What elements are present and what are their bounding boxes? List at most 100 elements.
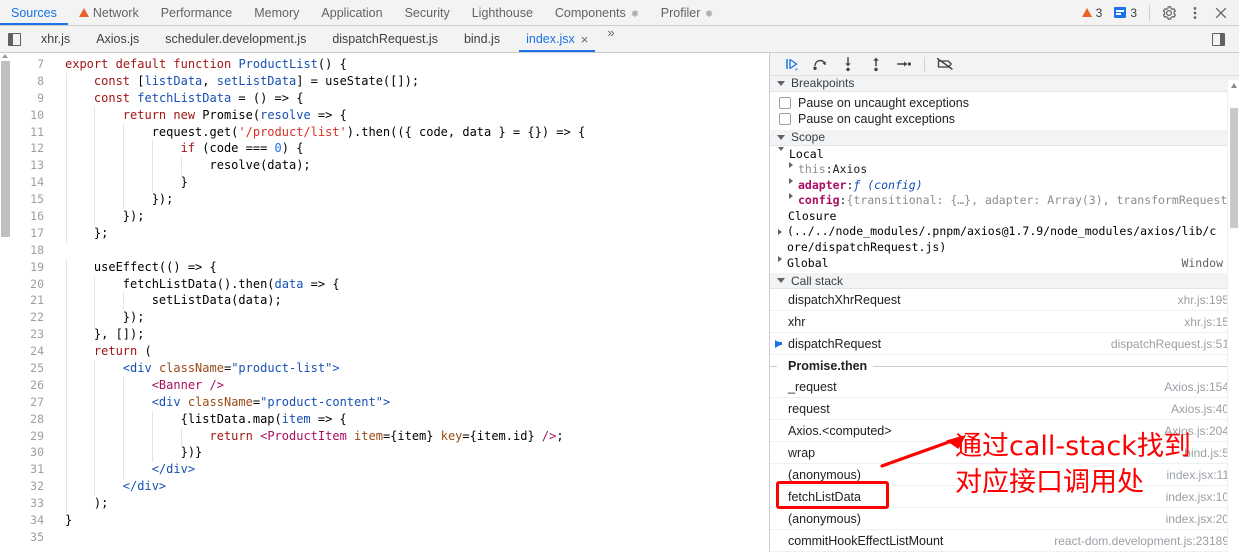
- message-badge[interactable]: 3: [1109, 6, 1142, 20]
- call-stack-frame[interactable]: dispatchRequest dispatchRequest.js:51: [770, 333, 1239, 355]
- panel-tab-security[interactable]: Security: [394, 0, 461, 25]
- file-tab-dispatchrequest-js[interactable]: dispatchRequest.js: [319, 26, 451, 52]
- line-number[interactable]: 29: [11, 428, 53, 445]
- call-stack-frame[interactable]: dispatchXhrRequest xhr.js:195: [770, 289, 1239, 311]
- code-line[interactable]: 21 setListData(data);: [11, 292, 769, 311]
- scrollbar-thumb[interactable]: [1230, 108, 1238, 228]
- line-number[interactable]: 32: [11, 478, 53, 495]
- call-stack-frame[interactable]: Axios.<computed> Axios.js:204: [770, 420, 1239, 442]
- line-number[interactable]: 28: [11, 411, 53, 428]
- file-tab-bind-js[interactable]: bind.js: [451, 26, 513, 52]
- panel-tab-lighthouse[interactable]: Lighthouse: [461, 0, 544, 25]
- code-line[interactable]: 19 useEffect(() => {: [11, 258, 769, 277]
- sidebar-vertical-scrollbar[interactable]: [1227, 80, 1239, 552]
- line-number[interactable]: 27: [11, 394, 53, 411]
- chevron-right-icon[interactable]: [778, 229, 782, 236]
- warning-badge[interactable]: 3: [1077, 6, 1108, 20]
- call-stack-frame[interactable]: request Axios.js:40: [770, 398, 1239, 420]
- call-stack-frame[interactable]: _request Axios.js:154: [770, 376, 1239, 398]
- scope-row-this[interactable]: this : Axios: [770, 162, 1239, 178]
- more-options-button[interactable]: [1183, 1, 1207, 25]
- chevron-right-icon[interactable]: [789, 162, 793, 169]
- code-line[interactable]: 17 };: [11, 224, 769, 243]
- code-line[interactable]: 7 export default function ProductList() {: [11, 56, 769, 73]
- line-number[interactable]: 19: [11, 259, 53, 276]
- line-number[interactable]: 31: [11, 461, 53, 478]
- scope-row-config[interactable]: config : {transitional: {…}, adapter: Ar…: [770, 193, 1239, 209]
- code-line[interactable]: 30 })}: [11, 444, 769, 463]
- pause-on-caught-exceptions-row[interactable]: Pause on caught exceptions: [770, 111, 1239, 127]
- code-line[interactable]: 9 const fetchListData = () => {: [11, 89, 769, 108]
- panel-tab-sources[interactable]: Sources: [0, 0, 68, 25]
- line-number[interactable]: 33: [11, 495, 53, 512]
- line-number[interactable]: 21: [11, 292, 53, 309]
- code-line[interactable]: 8 const [listData, setListData] = useSta…: [11, 72, 769, 91]
- step-button[interactable]: [892, 53, 916, 75]
- panel-tab-application[interactable]: Application: [310, 0, 393, 25]
- panel-tab-components[interactable]: Components: [544, 0, 650, 25]
- line-number[interactable]: 11: [11, 124, 53, 141]
- line-number[interactable]: 10: [11, 107, 53, 124]
- code-line[interactable]: 11 request.get('/product/list').then(({ …: [11, 123, 769, 142]
- pause-on-uncaught-exceptions-checkbox[interactable]: [779, 96, 791, 109]
- pause-on-uncaught-exceptions-row[interactable]: Pause on uncaught exceptions: [770, 95, 1239, 111]
- settings-button[interactable]: [1157, 1, 1181, 25]
- code-line[interactable]: 22 });: [11, 309, 769, 328]
- scope-global-node[interactable]: Global Window: [770, 255, 1239, 272]
- line-number[interactable]: 34: [11, 512, 53, 529]
- code-line[interactable]: 10 return new Promise(resolve => {: [11, 106, 769, 125]
- line-number[interactable]: 12: [11, 140, 53, 157]
- call-stack-frame[interactable]: (anonymous) index.jsx:20: [770, 508, 1239, 530]
- code-line[interactable]: 12 if (code === 0) {: [11, 140, 769, 159]
- code-line[interactable]: 14 }: [11, 174, 769, 193]
- panel-tab-profiler[interactable]: Profiler: [650, 0, 725, 25]
- chevron-right-icon[interactable]: [789, 193, 793, 200]
- file-tab-scheduler-development-js[interactable]: scheduler.development.js: [152, 26, 319, 52]
- step-over-button[interactable]: [808, 53, 832, 75]
- line-number[interactable]: 25: [11, 360, 53, 377]
- line-number[interactable]: 16: [11, 208, 53, 225]
- code-line[interactable]: 28 {listData.map(item => {: [11, 410, 769, 429]
- line-number[interactable]: 18: [11, 242, 53, 259]
- chevron-right-icon[interactable]: [789, 177, 793, 184]
- call-stack-frame[interactable]: xhr xhr.js:15: [770, 311, 1239, 333]
- line-number[interactable]: 17: [11, 225, 53, 242]
- editor-vertical-scrollbar[interactable]: [0, 53, 11, 552]
- step-into-button[interactable]: [836, 53, 860, 75]
- line-number[interactable]: 22: [11, 309, 53, 326]
- code-line[interactable]: 26 <Banner />: [11, 376, 769, 395]
- line-number[interactable]: 26: [11, 377, 53, 394]
- scroll-up-arrow-icon[interactable]: [2, 54, 8, 58]
- file-tab-xhr-js[interactable]: xhr.js: [28, 26, 83, 52]
- file-tab-index-jsx[interactable]: index.jsx ×: [513, 26, 601, 52]
- close-devtools-button[interactable]: [1209, 1, 1233, 25]
- resume-script-execution-button[interactable]: [780, 53, 804, 75]
- call-stack-section-header[interactable]: Call stack: [770, 273, 1239, 289]
- line-number[interactable]: 20: [11, 276, 53, 293]
- call-stack-frame[interactable]: (anonymous) index.jsx:11: [770, 464, 1239, 486]
- pause-on-caught-exceptions-checkbox[interactable]: [779, 112, 791, 125]
- code-line[interactable]: 25 <div className="product-list">: [11, 360, 769, 379]
- line-number[interactable]: 23: [11, 326, 53, 343]
- line-number[interactable]: 13: [11, 157, 53, 174]
- code-line[interactable]: 27 <div className="product-content">: [11, 393, 769, 412]
- panel-tab-network[interactable]: Network: [68, 0, 150, 25]
- line-number[interactable]: 15: [11, 191, 53, 208]
- code-editor[interactable]: 7 export default function ProductList() {…: [0, 53, 770, 552]
- code-line[interactable]: 34}: [11, 512, 769, 529]
- scope-local-node[interactable]: Local: [770, 146, 1239, 163]
- call-stack-frame[interactable]: fetchListData index.jsx:10: [770, 486, 1239, 508]
- close-icon[interactable]: ×: [581, 33, 589, 46]
- scrollbar-thumb[interactable]: [1, 61, 10, 237]
- line-number[interactable]: 24: [11, 343, 53, 360]
- line-number[interactable]: 35: [11, 529, 53, 546]
- scope-section-header[interactable]: Scope: [770, 129, 1239, 146]
- line-number[interactable]: 7: [11, 56, 53, 73]
- code-line[interactable]: 32 </div>: [11, 478, 769, 497]
- code-line[interactable]: 20 fetchListData().then(data => {: [11, 275, 769, 294]
- code-line[interactable]: 13 resolve(data);: [11, 157, 769, 176]
- code-line[interactable]: 31 </div>: [11, 461, 769, 480]
- code-line[interactable]: 16 });: [11, 208, 769, 227]
- file-tab-axios-js[interactable]: Axios.js: [83, 26, 152, 52]
- deactivate-breakpoints-button[interactable]: [933, 53, 957, 75]
